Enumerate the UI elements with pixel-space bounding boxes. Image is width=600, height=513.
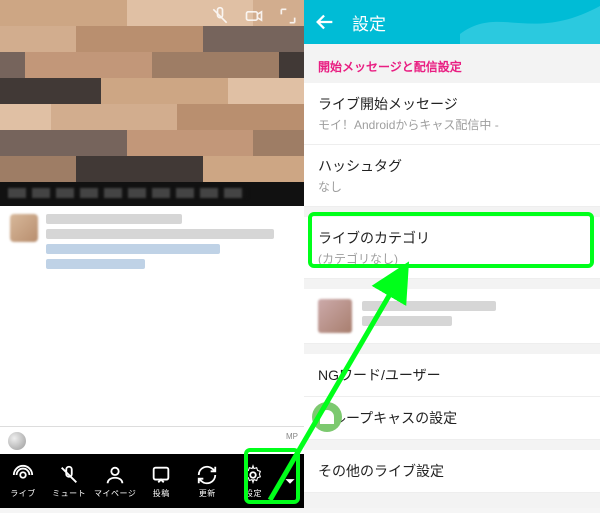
divider — [304, 440, 600, 450]
section-heading: 開始メッセージと配信設定 — [304, 44, 600, 83]
tab-refresh[interactable]: 更新 — [184, 454, 230, 508]
tab-label: ミュート — [52, 488, 86, 499]
row-title: ハッシュタグ — [318, 156, 586, 176]
tab-label: 更新 — [199, 488, 216, 499]
row-sub: なし — [318, 178, 586, 195]
row-sub: モイ！Androidからキャス配信中 - — [318, 116, 586, 133]
settings-body: 開始メッセージと配信設定 ライブ開始メッセージ モイ！Androidからキャス配… — [304, 44, 600, 508]
camera-icon[interactable] — [244, 6, 264, 26]
row-title: グループキャスの設定 — [318, 408, 586, 428]
thumb-icon — [318, 299, 352, 333]
settings-screen: 設定 開始メッセージと配信設定 ライブ開始メッセージ モイ！Androidからキ… — [304, 0, 600, 508]
row-title: その他のライブ設定 — [318, 461, 586, 481]
mp-label: MP — [286, 432, 298, 441]
floating-avatar-icon — [312, 402, 342, 432]
comment-body — [46, 214, 294, 274]
row-sub: (カテゴリなし) — [318, 250, 586, 267]
comment-item[interactable] — [0, 206, 304, 278]
row-group-cast[interactable]: グループキャスの設定 — [304, 397, 600, 440]
tab-settings[interactable]: 設定 — [230, 454, 276, 508]
tab-label: 投稿 — [153, 488, 170, 499]
expand-icon[interactable] — [278, 6, 298, 26]
row-title: ライブ開始メッセージ — [318, 94, 586, 114]
tab-label: 設定 — [245, 488, 262, 499]
row-ng-word[interactable]: NGワード/ユーザー — [304, 354, 600, 397]
video-info-strip — [0, 182, 304, 206]
row-blurred[interactable] — [304, 289, 600, 344]
row-start-message[interactable]: ライブ開始メッセージ モイ！Androidからキャス配信中 - — [304, 83, 600, 145]
coin-icon[interactable] — [8, 432, 26, 450]
tab-more[interactable] — [276, 454, 304, 508]
tab-label: ライブ — [10, 488, 36, 499]
comment-input-bar[interactable] — [0, 426, 304, 454]
header-wave-deco — [460, 0, 600, 44]
tab-live[interactable]: ライブ — [0, 454, 46, 508]
tab-post[interactable]: 投稿 — [138, 454, 184, 508]
row-title: ライブのカテゴリ — [318, 228, 586, 248]
avatar — [10, 214, 38, 242]
video-preview[interactable] — [0, 0, 304, 182]
settings-title: 設定 — [352, 10, 386, 35]
bottom-tabbar: ライブ ミュート マイページ 投稿 更新 設定 — [0, 454, 304, 508]
settings-header: 設定 — [304, 0, 600, 44]
back-button[interactable] — [314, 11, 336, 33]
mic-mute-icon[interactable] — [210, 6, 230, 26]
divider — [304, 344, 600, 354]
tab-mute[interactable]: ミュート — [46, 454, 92, 508]
row-other-settings[interactable]: その他のライブ設定 — [304, 450, 600, 493]
row-live-category[interactable]: ライブのカテゴリ (カテゴリなし) — [304, 217, 600, 279]
row-title: NGワード/ユーザー — [318, 365, 586, 385]
row-hashtag[interactable]: ハッシュタグ なし — [304, 145, 600, 207]
pixelated-blur — [0, 0, 304, 182]
tab-mypage[interactable]: マイページ — [92, 454, 138, 508]
broadcast-screen: ライブ ミュート マイページ 投稿 更新 設定 — [0, 0, 304, 508]
divider — [304, 279, 600, 289]
tab-label: マイページ — [94, 488, 136, 499]
